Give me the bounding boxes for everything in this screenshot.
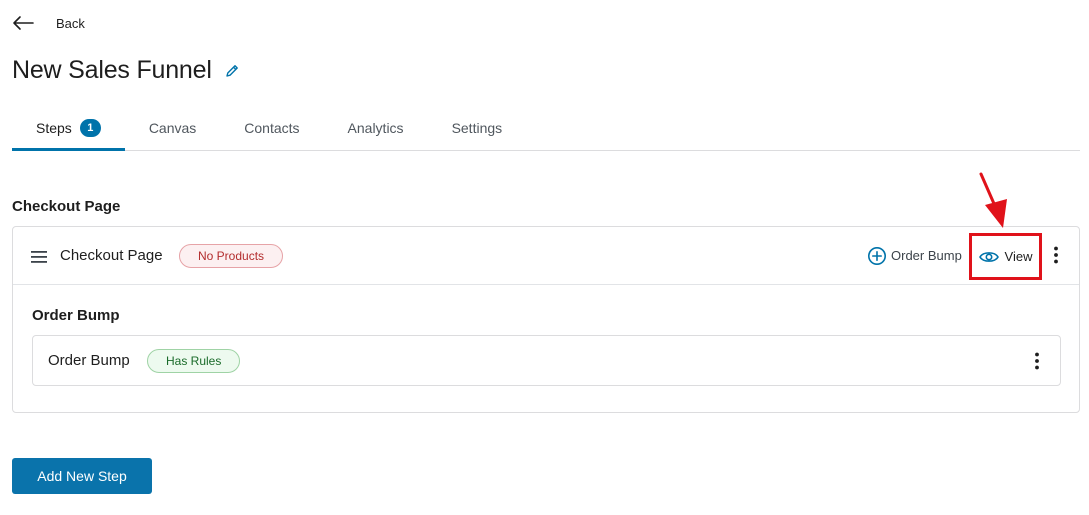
- pencil-icon[interactable]: [224, 63, 240, 79]
- plus-circle-icon: [868, 246, 886, 265]
- drag-handle-icon[interactable]: [31, 251, 47, 263]
- tab-canvas[interactable]: Canvas: [125, 104, 220, 151]
- eye-icon: [978, 251, 999, 262]
- tab-steps[interactable]: Steps 1: [12, 104, 125, 151]
- step-header: Checkout Page No Products Order Bump Vie…: [13, 227, 1079, 285]
- page-title-row: New Sales Funnel: [12, 56, 240, 85]
- arrow-left-icon: [13, 16, 34, 30]
- back-label: Back: [56, 15, 85, 31]
- tab-analytics-label: Analytics: [347, 119, 404, 136]
- view-label: View: [1004, 249, 1033, 264]
- step-name[interactable]: Checkout Page: [60, 247, 163, 264]
- step-card: Checkout Page No Products Order Bump Vie…: [12, 226, 1080, 413]
- back-link[interactable]: Back: [12, 12, 85, 34]
- order-bump-heading: Order Bump: [32, 307, 120, 324]
- steps-count-badge: 1: [79, 118, 101, 137]
- annotation-arrow-icon: [979, 172, 1007, 228]
- add-order-bump-button[interactable]: Order Bump: [867, 246, 962, 266]
- page-title: New Sales Funnel: [12, 56, 212, 84]
- order-bump-name[interactable]: Order Bump: [48, 352, 130, 369]
- tab-settings-label: Settings: [451, 119, 503, 136]
- tab-steps-label: Steps: [36, 119, 72, 136]
- tab-analytics[interactable]: Analytics: [324, 104, 428, 151]
- add-order-bump-label: Order Bump: [891, 248, 962, 263]
- funnel-tabs: Steps 1 Canvas Contacts Analytics Settin…: [12, 104, 1080, 151]
- status-badge: No Products: [179, 243, 284, 268]
- order-bump-item: Order Bump Has Rules: [32, 335, 1061, 386]
- kebab-menu-icon[interactable]: [1053, 246, 1059, 264]
- view-button[interactable]: View: [969, 233, 1042, 280]
- funnel-editor-page: Back New Sales Funnel Steps 1 Canvas Con…: [0, 0, 1089, 515]
- tab-contacts[interactable]: Contacts: [220, 104, 323, 151]
- tab-settings[interactable]: Settings: [428, 104, 527, 151]
- kebab-menu-icon[interactable]: [1034, 352, 1040, 370]
- add-new-step-button[interactable]: Add New Step: [12, 458, 152, 494]
- tab-contacts-label: Contacts: [244, 119, 300, 136]
- tab-canvas-label: Canvas: [148, 119, 197, 136]
- rules-badge: Has Rules: [147, 348, 241, 373]
- section-heading: Checkout Page: [12, 198, 121, 215]
